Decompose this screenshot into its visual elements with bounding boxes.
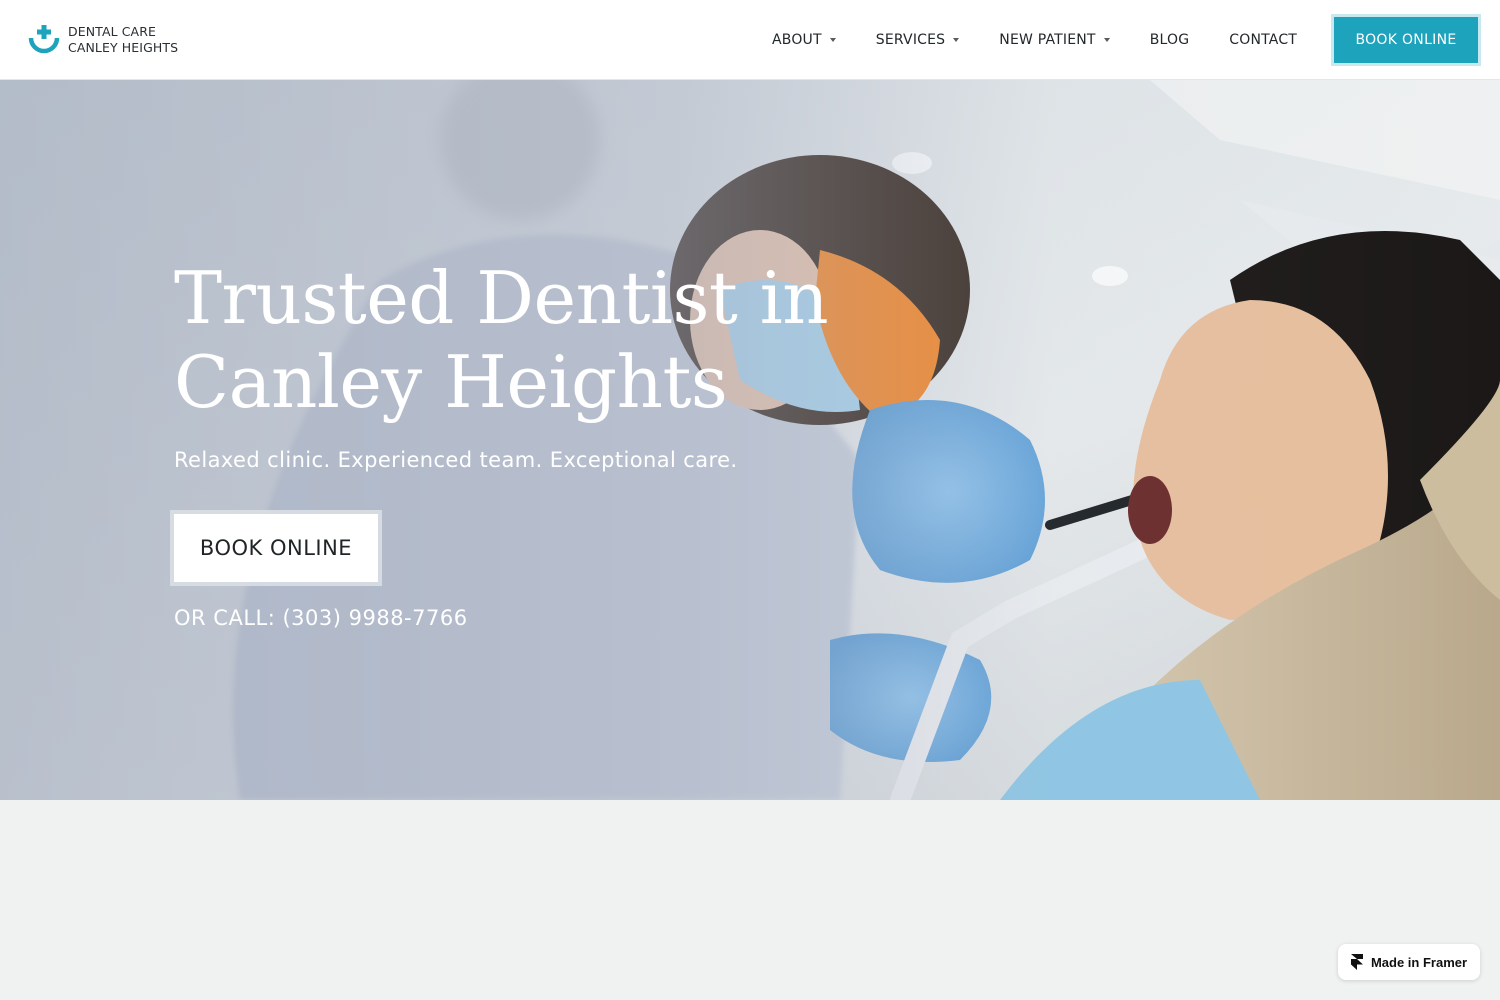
caret-down-icon [1103, 38, 1110, 42]
hero-title: Trusted Dentist in Canley Heights [174, 256, 894, 424]
nav-item-about[interactable]: ABOUT [752, 0, 856, 80]
main-nav: ABOUT SERVICES NEW PATIENT BLOG CONTACT [752, 0, 1317, 80]
hero-title-line-1: Trusted Dentist in [174, 256, 829, 340]
hero-section: Trusted Dentist in Canley Heights Relaxe… [0, 80, 1500, 800]
nav-item-label: NEW PATIENT [999, 32, 1096, 48]
site-header: DENTAL CARE CANLEY HEIGHTS ABOUT SERVICE… [0, 0, 1500, 80]
framer-icon [1350, 954, 1363, 970]
call-phone-link[interactable]: OR CALL: (303) 9988-7766 [174, 606, 894, 630]
nav-item-blog[interactable]: BLOG [1130, 0, 1210, 80]
logo[interactable]: DENTAL CARE CANLEY HEIGHTS [28, 24, 178, 56]
nav-item-label: SERVICES [875, 32, 946, 48]
book-online-header-button[interactable]: BOOK ONLINE [1334, 17, 1478, 63]
nav-item-label: ABOUT [772, 32, 822, 48]
hero-subtitle: Relaxed clinic. Experienced team. Except… [174, 448, 738, 472]
brand-line-1: DENTAL CARE [68, 24, 156, 39]
nav-item-contact[interactable]: CONTACT [1209, 0, 1317, 80]
nav-item-label: CONTACT [1229, 32, 1298, 48]
badge-label: Made in Framer [1370, 954, 1468, 970]
caret-down-icon [953, 38, 960, 42]
brand-line-2: CANLEY HEIGHTS [68, 40, 179, 55]
made-in-framer-badge[interactable]: Made in Framer [1338, 944, 1480, 980]
book-online-hero-button[interactable]: BOOK ONLINE [174, 514, 378, 582]
nav-item-services[interactable]: SERVICES [856, 0, 980, 80]
logo-text: DENTAL CARE CANLEY HEIGHTS [68, 24, 178, 56]
nav-item-new-patient[interactable]: NEW PATIENT [979, 0, 1129, 80]
hero-title-line-2: Canley Heights [174, 340, 728, 424]
tooth-cross-icon [28, 25, 60, 54]
nav-item-label: BLOG [1149, 32, 1190, 48]
caret-down-icon [829, 38, 836, 42]
hero-content: Trusted Dentist in Canley Heights Relaxe… [174, 256, 894, 630]
